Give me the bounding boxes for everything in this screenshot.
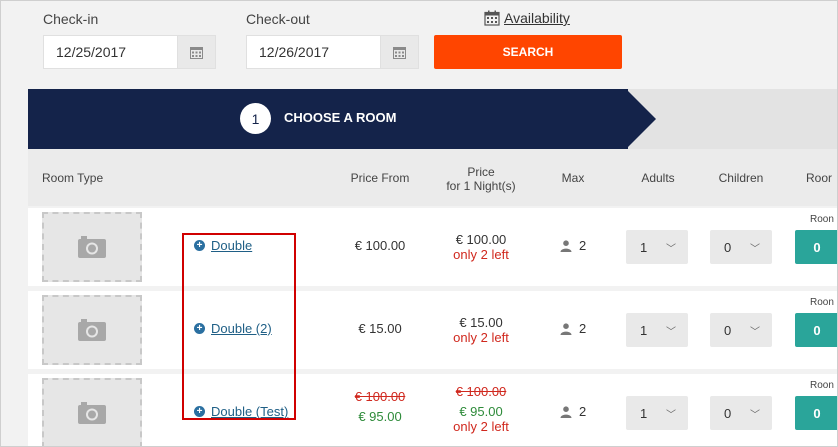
max-occupancy: 2 [560, 404, 586, 419]
availability-note: only 2 left [453, 247, 509, 262]
chevron-down-icon: ﹀ [666, 409, 676, 421]
children-value: 0 [724, 405, 732, 421]
price-from: € 100.00 € 95.00 [340, 389, 420, 424]
room-photo-placeholder [42, 212, 142, 282]
chevron-down-icon: ﹀ [750, 409, 760, 421]
checkout-field[interactable]: 12/26/2017 [246, 35, 419, 69]
rooms-table: Room Type Price From Price for 1 Night(s… [28, 149, 837, 446]
rooms-select[interactable]: 0 [795, 396, 837, 430]
adults-select[interactable]: 1 ﹀ [626, 396, 688, 430]
booking-steps: 1 CHOOSE A ROOM [28, 89, 837, 149]
step-arrow [626, 89, 656, 149]
header-price-night-line2: for 1 Night(s) [446, 179, 516, 193]
price-from-old: € 100.00 [354, 389, 406, 404]
person-icon [560, 405, 572, 418]
price-night: € 100.00 € 95.00 only 2 left [431, 384, 531, 434]
checkout-value: 12/26/2017 [259, 44, 330, 60]
header-room-type: Room Type [42, 171, 104, 185]
adults-value: 1 [640, 239, 648, 255]
price-from: € 100.00 [354, 238, 406, 253]
header-rooms: Roor [806, 171, 833, 185]
step-number: 1 [240, 103, 271, 134]
children-select[interactable]: 0 ﹀ [710, 313, 772, 347]
camera-icon [78, 236, 106, 258]
max-value: 2 [579, 321, 587, 336]
annotation-highlight-box [182, 233, 296, 420]
checkout-label: Check-out [246, 11, 310, 27]
chevron-down-icon: ﹀ [666, 326, 676, 338]
chevron-down-icon: ﹀ [750, 326, 760, 338]
adults-value: 1 [640, 405, 648, 421]
person-icon [560, 239, 572, 252]
max-occupancy: 2 [560, 321, 586, 336]
room-photo-placeholder [42, 295, 142, 365]
header-price-from: Price From [350, 171, 410, 185]
header-price-night: Price for 1 Night(s) [431, 165, 531, 193]
camera-icon [78, 402, 106, 424]
children-select[interactable]: 0 ﹀ [710, 396, 772, 430]
availability-note: only 2 left [453, 330, 509, 345]
rooms-label: Roon [810, 380, 834, 391]
calendar-icon[interactable] [380, 36, 418, 68]
table-row: + Double (Test) € 100.00 € 95.00 € 100.0… [28, 374, 837, 446]
rooms-select[interactable]: 0 [795, 313, 837, 347]
table-header: Room Type Price From Price for 1 Night(s… [28, 149, 837, 206]
checkin-label: Check-in [43, 11, 99, 27]
table-row: + Double (2) € 15.00 € 15.00 only 2 left… [28, 291, 837, 369]
header-max: Max [561, 171, 585, 185]
header-children: Children [718, 171, 764, 185]
max-value: 2 [579, 404, 587, 419]
price-night: € 15.00 only 2 left [431, 315, 531, 345]
search-bar: Check-in 12/25/2017 Check-out 12/26/2017… [1, 1, 837, 81]
adults-value: 1 [640, 322, 648, 338]
children-value: 0 [724, 239, 732, 255]
max-value: 2 [579, 238, 587, 253]
availability-note: only 2 left [453, 419, 509, 434]
header-price-night-line1: Price [467, 165, 495, 179]
person-icon [560, 322, 572, 335]
children-select[interactable]: 0 ﹀ [710, 230, 772, 264]
checkin-value: 12/25/2017 [56, 44, 127, 60]
rooms-label: Roon [810, 214, 834, 225]
booking-page: Check-in 12/25/2017 Check-out 12/26/2017… [0, 0, 838, 447]
room-photo-placeholder [42, 378, 142, 446]
price-night-value: € 100.00 [455, 232, 507, 247]
checkin-field[interactable]: 12/25/2017 [43, 35, 216, 69]
camera-icon [78, 319, 106, 341]
calendar-icon [484, 10, 500, 26]
adults-select[interactable]: 1 ﹀ [626, 230, 688, 264]
adults-select[interactable]: 1 ﹀ [626, 313, 688, 347]
chevron-down-icon: ﹀ [666, 243, 676, 255]
price-night-value: € 15.00 [459, 315, 503, 330]
availability-label: Availability [504, 10, 570, 26]
price-from-discounted: € 95.00 [358, 409, 402, 424]
children-value: 0 [724, 322, 732, 338]
search-button[interactable]: SEARCH [434, 35, 622, 69]
price-night-discounted: € 95.00 [459, 404, 503, 419]
step-label: CHOOSE A ROOM [284, 110, 397, 125]
availability-link[interactable]: Availability [484, 10, 570, 26]
max-occupancy: 2 [560, 238, 586, 253]
price-night: € 100.00 only 2 left [431, 232, 531, 262]
header-adults: Adults [641, 171, 675, 185]
calendar-icon[interactable] [177, 36, 215, 68]
table-row: + Double € 100.00 € 100.00 only 2 left 2… [28, 208, 837, 286]
rooms-label: Roon [810, 297, 834, 308]
price-night-old: € 100.00 [455, 384, 507, 399]
chevron-down-icon: ﹀ [750, 243, 760, 255]
price-from: € 15.00 [358, 321, 402, 336]
rooms-select[interactable]: 0 [795, 230, 837, 264]
